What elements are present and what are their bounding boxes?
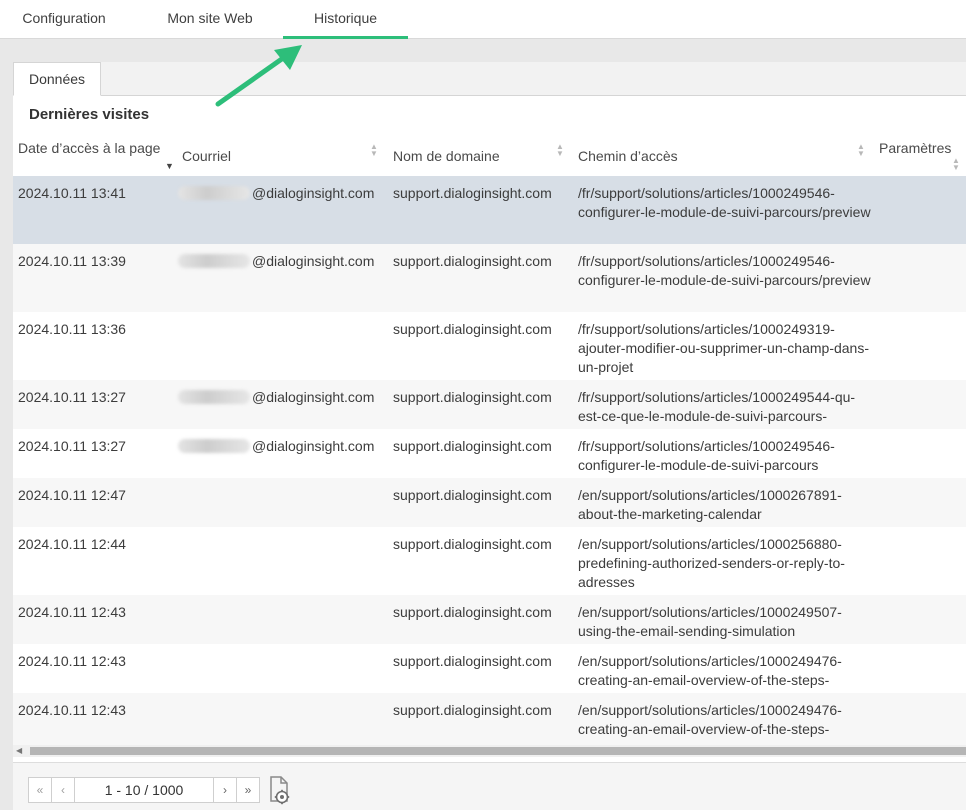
email-domain: @dialoginsight.com: [252, 389, 375, 405]
table-header: Date d’accès à la page ▼ Courriel ▲ ▼ Nom…: [13, 134, 966, 176]
cell-domain: support.dialoginsight.com: [393, 604, 552, 620]
cell-date: 2024.10.11 12:43: [18, 702, 126, 718]
cell-domain: support.dialoginsight.com: [393, 185, 552, 201]
export-settings-icon[interactable]: [268, 775, 292, 805]
tab-donnees[interactable]: Données: [13, 62, 101, 96]
table-row[interactable]: 2024.10.11 13:27 @dialoginsight.com supp…: [13, 429, 966, 478]
table-row[interactable]: 2024.10.11 12:47 support.dialoginsight.c…: [13, 478, 966, 527]
next-page-button[interactable]: ›: [213, 777, 237, 803]
cell-date: 2024.10.11 13:41: [18, 185, 126, 201]
tab-historique[interactable]: Historique: [283, 0, 408, 39]
previous-page-button[interactable]: ‹: [51, 777, 75, 803]
redacted-email-user: [178, 390, 250, 404]
column-header-params[interactable]: Paramètres ▲ ▼: [879, 134, 966, 176]
column-header-date[interactable]: Date d’accès à la page ▼: [18, 134, 178, 176]
cell-domain: support.dialoginsight.com: [393, 321, 552, 337]
sort-desc-icon[interactable]: ▼: [165, 161, 174, 171]
cell-email: @dialoginsight.com: [178, 388, 388, 407]
cell-domain: support.dialoginsight.com: [393, 438, 552, 454]
cell-path: /fr/support/solutions/articles/100024954…: [578, 389, 856, 424]
cell-domain: support.dialoginsight.com: [393, 702, 552, 718]
page-info: 1 - 10 / 1000: [74, 777, 214, 803]
table-row[interactable]: 2024.10.11 12:44 support.dialoginsight.c…: [13, 527, 966, 595]
cell-email: @dialoginsight.com: [178, 184, 388, 203]
data-panel: Données Dernières visites Date d’accès à…: [13, 62, 966, 810]
sort-icon[interactable]: ▲ ▼: [370, 143, 378, 158]
email-domain: @dialoginsight.com: [252, 438, 375, 454]
cell-domain: support.dialoginsight.com: [393, 389, 552, 405]
column-label-params: Paramètres: [879, 140, 952, 156]
cell-path: /fr/support/solutions/articles/100024954…: [578, 253, 871, 288]
redacted-email-user: [178, 254, 250, 268]
column-label-domain: Nom de domaine: [393, 148, 500, 164]
table-row[interactable]: 2024.10.11 12:43 support.dialoginsight.c…: [13, 693, 966, 745]
scrollbar-thumb[interactable]: [30, 747, 966, 755]
cell-date: 2024.10.11 13:27: [18, 389, 126, 405]
cell-domain: support.dialoginsight.com: [393, 653, 552, 669]
pagination-bar: « ‹ 1 - 10 / 1000 › »: [13, 762, 966, 810]
tab-configuration[interactable]: Configuration: [6, 0, 122, 39]
cell-path: /fr/support/solutions/articles/100024954…: [578, 438, 835, 473]
table-row[interactable]: 2024.10.11 13:27 @dialoginsight.com supp…: [13, 380, 966, 429]
cell-path: /fr/support/solutions/articles/100024931…: [578, 321, 869, 375]
redacted-email-user: [178, 439, 250, 453]
table-row[interactable]: 2024.10.11 13:36 support.dialoginsight.c…: [13, 312, 966, 380]
cell-path: /en/support/solutions/articles/100024950…: [578, 604, 842, 639]
cell-date: 2024.10.11 12:47: [18, 487, 126, 503]
column-header-path[interactable]: Chemin d’accès ▲ ▼: [578, 134, 868, 176]
top-tab-bar: Configuration Mon site Web Historique: [0, 0, 966, 39]
cell-email: @dialoginsight.com: [178, 437, 388, 456]
cell-date: 2024.10.11 13:27: [18, 438, 126, 454]
horizontal-scrollbar[interactable]: ◀: [13, 745, 966, 757]
column-label-date: Date d’accès à la page: [18, 140, 161, 156]
cell-path: /fr/support/solutions/articles/100024954…: [578, 185, 871, 220]
cell-date: 2024.10.11 12:43: [18, 653, 126, 669]
cell-date: 2024.10.11 13:39: [18, 253, 126, 269]
sort-icon[interactable]: ▲ ▼: [556, 143, 564, 158]
table-row[interactable]: 2024.10.11 12:43 support.dialoginsight.c…: [13, 595, 966, 644]
sort-icon[interactable]: ▲ ▼: [857, 143, 865, 158]
table-row[interactable]: 2024.10.11 12:43 support.dialoginsight.c…: [13, 644, 966, 693]
table-row[interactable]: 2024.10.11 13:41 @dialoginsight.com supp…: [13, 176, 966, 244]
scroll-left-icon[interactable]: ◀: [16, 745, 22, 757]
redacted-email-user: [178, 186, 250, 200]
cell-domain: support.dialoginsight.com: [393, 487, 552, 503]
cell-path: /en/support/solutions/articles/100024947…: [578, 653, 842, 688]
last-page-button[interactable]: »: [236, 777, 260, 803]
table-row[interactable]: 2024.10.11 13:39 @dialoginsight.com supp…: [13, 244, 966, 312]
email-domain: @dialoginsight.com: [252, 185, 375, 201]
tab-mon-site-web[interactable]: Mon site Web: [150, 0, 270, 39]
cell-path: /en/support/solutions/articles/100024947…: [578, 702, 842, 737]
cell-domain: support.dialoginsight.com: [393, 536, 552, 552]
inner-tab-bar: Données: [13, 62, 966, 96]
sort-icon[interactable]: ▲ ▼: [952, 157, 960, 172]
cell-date: 2024.10.11 13:36: [18, 321, 126, 337]
column-label-email: Courriel: [182, 148, 232, 164]
email-domain: @dialoginsight.com: [252, 253, 375, 269]
column-label-path: Chemin d’accès: [578, 148, 678, 164]
column-header-domain[interactable]: Nom de domaine ▲ ▼: [393, 134, 568, 176]
cell-path: /en/support/solutions/articles/100025688…: [578, 536, 845, 590]
section-title: Dernières visites: [29, 106, 150, 123]
first-page-button[interactable]: «: [28, 777, 52, 803]
cell-email: @dialoginsight.com: [178, 252, 388, 271]
cell-date: 2024.10.11 12:44: [18, 536, 126, 552]
column-header-email[interactable]: Courriel ▲ ▼: [182, 134, 382, 176]
cell-path: /en/support/solutions/articles/100026789…: [578, 487, 842, 522]
arrow-annotation-icon: [215, 45, 302, 107]
cell-date: 2024.10.11 12:43: [18, 604, 126, 620]
cell-domain: support.dialoginsight.com: [393, 253, 552, 269]
